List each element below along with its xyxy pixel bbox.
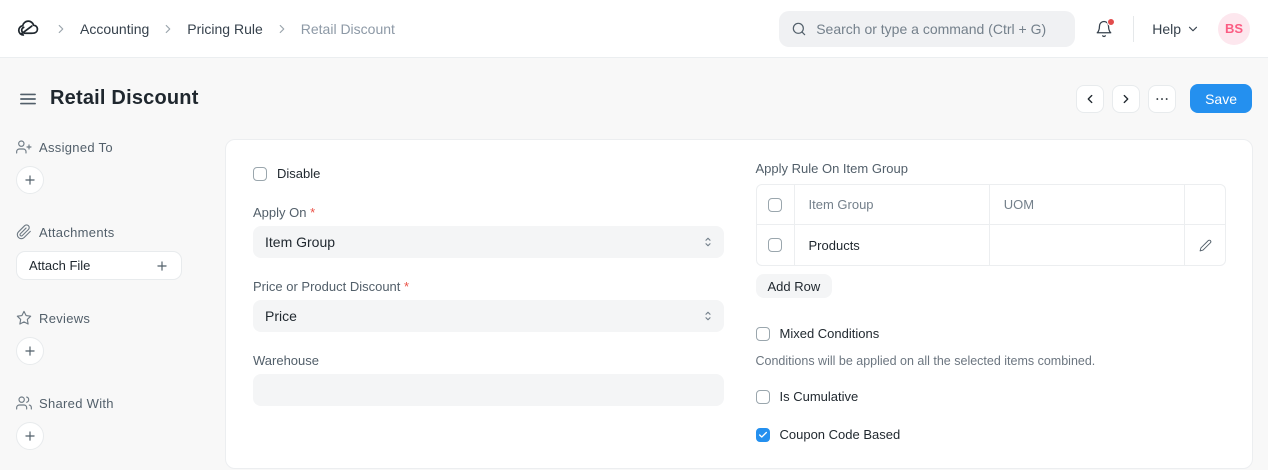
plus-icon <box>23 173 37 187</box>
form-sidebar: Assigned To Attachments Attach File Revi… <box>16 139 201 470</box>
required-mark: * <box>310 205 315 220</box>
help-menu[interactable]: Help <box>1152 21 1200 37</box>
search-icon <box>791 21 807 37</box>
plus-icon <box>23 429 37 443</box>
disable-checkbox[interactable] <box>253 167 267 181</box>
chevron-left-icon <box>1083 92 1097 106</box>
global-search[interactable] <box>779 11 1075 47</box>
table-row-select <box>757 225 795 265</box>
select-all-checkbox[interactable] <box>768 198 782 212</box>
previous-document-button[interactable] <box>1076 85 1104 113</box>
help-label: Help <box>1152 21 1181 37</box>
reviews-label: Reviews <box>39 311 90 326</box>
chevron-right-icon <box>1119 92 1133 106</box>
save-button[interactable]: Save <box>1190 84 1252 113</box>
mixed-conditions-label[interactable]: Mixed Conditions <box>780 326 880 341</box>
avatar-initials: BS <box>1225 21 1243 36</box>
table-header-select-all <box>757 185 795 225</box>
table-cell-uom[interactable] <box>990 225 1185 265</box>
breadcrumb-pricing-rule[interactable]: Pricing Rule <box>187 21 262 37</box>
navbar-divider <box>1133 16 1134 42</box>
select-caret-icon <box>702 236 714 248</box>
more-options-button[interactable] <box>1148 85 1176 113</box>
table-header-item-group: Item Group <box>795 185 990 225</box>
user-avatar[interactable]: BS <box>1218 13 1250 45</box>
page-header: Retail Discount Save <box>0 58 1268 139</box>
users-icon <box>16 395 32 411</box>
coupon-code-based-label[interactable]: Coupon Code Based <box>780 427 901 442</box>
price-or-product-discount-value: Price <box>265 308 297 324</box>
price-or-product-discount-label: Price or Product Discount * <box>253 279 724 294</box>
shared-with-label: Shared With <box>39 396 114 411</box>
coupon-code-based-checkbox[interactable] <box>756 428 770 442</box>
navbar: Accounting Pricing Rule Retail Discount … <box>0 0 1268 58</box>
check-icon <box>758 430 768 440</box>
breadcrumb-accounting[interactable]: Accounting <box>80 21 149 37</box>
navbar-actions: Help BS <box>779 11 1250 47</box>
sidebar-toggle-icon[interactable] <box>16 87 40 111</box>
plus-icon <box>155 259 169 273</box>
disable-label[interactable]: Disable <box>277 166 320 181</box>
breadcrumb: Accounting Pricing Rule Retail Discount <box>16 16 395 42</box>
is-cumulative-checkbox[interactable] <box>756 390 770 404</box>
is-cumulative-label[interactable]: Is Cumulative <box>780 389 859 404</box>
next-document-button[interactable] <box>1112 85 1140 113</box>
chevron-right-icon <box>54 22 68 36</box>
warehouse-input[interactable] <box>253 374 724 406</box>
shared-with-section: Shared With <box>16 395 201 450</box>
item-group-table: Item Group UOM Products <box>756 184 1227 266</box>
app-logo-icon[interactable] <box>16 16 42 42</box>
table-header-uom: UOM <box>990 185 1185 225</box>
main-area: Assigned To Attachments Attach File Revi… <box>0 139 1268 470</box>
price-or-product-discount-select[interactable]: Price <box>253 300 724 332</box>
form-column-right: Apply Rule On Item Group Item Group UOM … <box>756 160 1227 442</box>
row-checkbox[interactable] <box>768 238 782 252</box>
form-card: Disable Apply On * Item Group Price or P… <box>225 139 1253 469</box>
attach-file-label: Attach File <box>29 258 90 273</box>
pencil-icon <box>1199 239 1212 252</box>
apply-rule-on-item-group-label: Apply Rule On Item Group <box>756 160 1227 176</box>
star-icon <box>16 310 32 326</box>
table-row-edit-button[interactable] <box>1185 225 1225 265</box>
add-share-button[interactable] <box>16 422 44 450</box>
chevron-right-icon <box>161 22 175 36</box>
add-review-button[interactable] <box>16 337 44 365</box>
mixed-conditions-checkbox[interactable] <box>756 327 770 341</box>
mixed-conditions-description: Conditions will be applied on all the se… <box>756 354 1227 368</box>
add-row-button[interactable]: Add Row <box>756 274 833 298</box>
notifications-button[interactable] <box>1093 18 1115 40</box>
chevron-down-icon <box>1186 22 1200 36</box>
attachments-section: Attachments Attach File <box>16 224 201 280</box>
attachments-label: Attachments <box>39 225 115 240</box>
plus-icon <box>23 344 37 358</box>
coupon-code-based-field: Coupon Code Based <box>756 427 1227 442</box>
select-caret-icon <box>702 310 714 322</box>
warehouse-label: Warehouse <box>253 353 724 368</box>
assigned-to-label: Assigned To <box>39 140 113 155</box>
disable-field: Disable <box>253 166 724 181</box>
table-header-actions <box>1185 185 1225 225</box>
add-assignment-button[interactable] <box>16 166 44 194</box>
ellipsis-icon <box>1154 91 1170 107</box>
page-title: Retail Discount <box>50 87 199 110</box>
user-plus-icon <box>16 139 32 155</box>
chevron-right-icon <box>275 22 289 36</box>
apply-on-value: Item Group <box>265 234 335 250</box>
reviews-section: Reviews <box>16 310 201 365</box>
search-input[interactable] <box>816 21 1063 37</box>
breadcrumb-retail-discount: Retail Discount <box>301 21 395 37</box>
apply-on-select[interactable]: Item Group <box>253 226 724 258</box>
notification-dot <box>1107 18 1115 26</box>
apply-on-label: Apply On * <box>253 205 724 220</box>
is-cumulative-field: Is Cumulative <box>756 389 1227 404</box>
required-mark: * <box>404 279 409 294</box>
table-cell-item-group[interactable]: Products <box>795 225 990 265</box>
paperclip-icon <box>16 224 32 240</box>
form-column-left: Disable Apply On * Item Group Price or P… <box>253 160 724 442</box>
mixed-conditions-field: Mixed Conditions <box>756 326 1227 341</box>
assigned-to-section: Assigned To <box>16 139 201 194</box>
attach-file-button[interactable]: Attach File <box>16 251 182 280</box>
